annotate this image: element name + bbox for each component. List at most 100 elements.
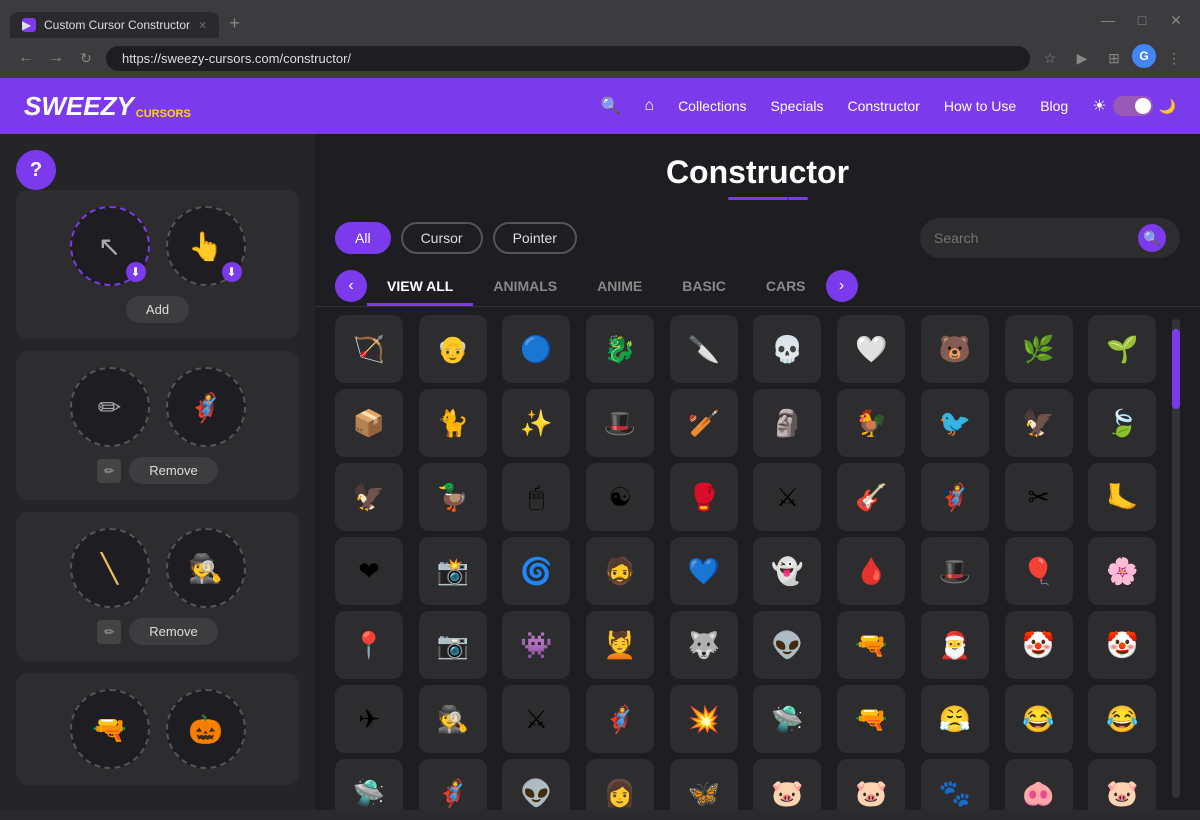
grid-item[interactable]: 🕵	[419, 685, 487, 753]
grid-item[interactable]: ⚔	[502, 685, 570, 753]
cursor-slot-4b[interactable]: 🎃	[166, 689, 246, 769]
grid-item[interactable]: 🔵	[502, 315, 570, 383]
grid-item[interactable]: 📷	[419, 611, 487, 679]
tab-anime[interactable]: ANIME	[577, 266, 662, 306]
grid-item[interactable]: 🏹	[335, 315, 403, 383]
grid-item[interactable]: 👴	[419, 315, 487, 383]
edit-icon-3[interactable]: ✏	[97, 620, 121, 644]
grid-item[interactable]: 🐷	[753, 759, 821, 810]
grid-item[interactable]: ✨	[502, 389, 570, 457]
grid-item[interactable]: 🐓	[837, 389, 905, 457]
grid-item[interactable]: 🐉	[586, 315, 654, 383]
grid-item[interactable]: 🐷	[837, 759, 905, 810]
tab-view-all[interactable]: VIEW ALL	[367, 266, 473, 306]
extensions-button[interactable]: ⊞	[1100, 44, 1128, 72]
grid-item[interactable]: 🏏	[670, 389, 738, 457]
grid-item[interactable]: 💥	[670, 685, 738, 753]
scrollbar-track[interactable]	[1172, 319, 1180, 798]
grid-item[interactable]: 🔫	[837, 685, 905, 753]
nav-how-to-use[interactable]: How to Use	[944, 98, 1016, 114]
grid-item[interactable]: 🔪	[670, 315, 738, 383]
grid-item[interactable]: 📦	[335, 389, 403, 457]
grid-item[interactable]: 🦋	[670, 759, 738, 810]
grid-item[interactable]: 🐷	[1088, 759, 1156, 810]
grid-item[interactable]: 🎩	[921, 537, 989, 605]
cursor-slot-3a[interactable]: ╲	[70, 528, 150, 608]
grid-item[interactable]: 🐺	[670, 611, 738, 679]
grid-item[interactable]: 🌱	[1088, 315, 1156, 383]
nav-constructor[interactable]: Constructor	[847, 98, 919, 114]
sweezy-extension-button[interactable]: ▶	[1068, 44, 1096, 72]
grid-item[interactable]: 💙	[670, 537, 738, 605]
grid-item[interactable]: ❤	[335, 537, 403, 605]
search-input[interactable]	[934, 230, 1130, 246]
grid-item[interactable]: 💆	[586, 611, 654, 679]
grid-item[interactable]: 🦸	[921, 463, 989, 531]
new-tab-button[interactable]: +	[221, 9, 248, 38]
grid-item[interactable]: 🦸	[419, 759, 487, 810]
grid-item[interactable]: 🐻	[921, 315, 989, 383]
grid-item[interactable]: 🐽	[1005, 759, 1073, 810]
grid-item[interactable]: 👽	[502, 759, 570, 810]
minimize-button[interactable]: —	[1094, 6, 1122, 34]
cursor-slot-2a[interactable]: ✏	[70, 367, 150, 447]
grid-item[interactable]: 👾	[502, 611, 570, 679]
address-bar[interactable]	[106, 46, 1030, 71]
grid-item[interactable]: 🌸	[1088, 537, 1156, 605]
grid-item[interactable]: 🔫	[837, 611, 905, 679]
grid-item[interactable]: 📸	[419, 537, 487, 605]
grid-item[interactable]: 🛸	[753, 685, 821, 753]
forward-button[interactable]: →	[42, 44, 70, 72]
nav-home-button[interactable]: ⌂	[644, 97, 654, 115]
scrollbar-thumb[interactable]	[1172, 329, 1180, 409]
menu-button[interactable]: ⋮	[1160, 44, 1188, 72]
add-button[interactable]: Add	[126, 296, 189, 323]
grid-item[interactable]: ✈	[335, 685, 403, 753]
grid-item[interactable]: 🎈	[1005, 537, 1073, 605]
grid-item[interactable]: 🦅	[1005, 389, 1073, 457]
category-next-button[interactable]: ›	[826, 270, 858, 302]
grid-item[interactable]: 🤍	[837, 315, 905, 383]
grid-item[interactable]: ☯	[586, 463, 654, 531]
filter-cursor-button[interactable]: Cursor	[401, 222, 483, 254]
cursor-slot-4a[interactable]: 🔫	[70, 689, 150, 769]
grid-item[interactable]: 🧔	[586, 537, 654, 605]
help-button[interactable]: ?	[16, 150, 56, 190]
browser-tab[interactable]: ▶ Custom Cursor Constructor ✕	[10, 12, 219, 38]
cursor-slot-2b[interactable]: 🦸	[166, 367, 246, 447]
nav-blog[interactable]: Blog	[1040, 98, 1068, 114]
grid-item[interactable]: 👽	[753, 611, 821, 679]
grid-item[interactable]: 🍃	[1088, 389, 1156, 457]
grid-item[interactable]: 😤	[921, 685, 989, 753]
grid-item[interactable]: 👩	[586, 759, 654, 810]
maximize-button[interactable]: □	[1128, 6, 1156, 34]
cursor-slot-1b[interactable]: 👆 ⬇	[166, 206, 246, 286]
grid-item[interactable]: 🤡	[1005, 611, 1073, 679]
edit-icon-2[interactable]: ✏	[97, 459, 121, 483]
search-button[interactable]: 🔍	[1138, 224, 1166, 252]
grid-item[interactable]: 👻	[753, 537, 821, 605]
remove-button-2[interactable]: Remove	[129, 457, 217, 484]
grid-item[interactable]: 🥊	[670, 463, 738, 531]
grid-item[interactable]: 😂	[1088, 685, 1156, 753]
cursor-slot-3b[interactable]: 🕵	[166, 528, 246, 608]
grid-item[interactable]: 🐦	[921, 389, 989, 457]
grid-item[interactable]: 🎸	[837, 463, 905, 531]
grid-item[interactable]: 🦸	[586, 685, 654, 753]
grid-item[interactable]: 🦆	[419, 463, 487, 531]
grid-item[interactable]: 🩸	[837, 537, 905, 605]
theme-toggle[interactable]: ☀ 🌙	[1092, 96, 1176, 116]
grid-item[interactable]: 🌿	[1005, 315, 1073, 383]
cursor-slot-1a[interactable]: ↖ ⬇	[70, 206, 150, 286]
grid-item[interactable]: 🖱	[502, 463, 570, 531]
grid-item[interactable]: 😂	[1005, 685, 1073, 753]
grid-item[interactable]: 🤡	[1088, 611, 1156, 679]
tab-basic[interactable]: BASIC	[662, 266, 746, 306]
grid-item[interactable]: 📍	[335, 611, 403, 679]
remove-button-3[interactable]: Remove	[129, 618, 217, 645]
nav-collections[interactable]: Collections	[678, 98, 746, 114]
grid-item[interactable]: 🎅	[921, 611, 989, 679]
nav-specials[interactable]: Specials	[771, 98, 824, 114]
close-button[interactable]: ✕	[1162, 6, 1190, 34]
category-prev-button[interactable]: ‹	[335, 270, 367, 302]
